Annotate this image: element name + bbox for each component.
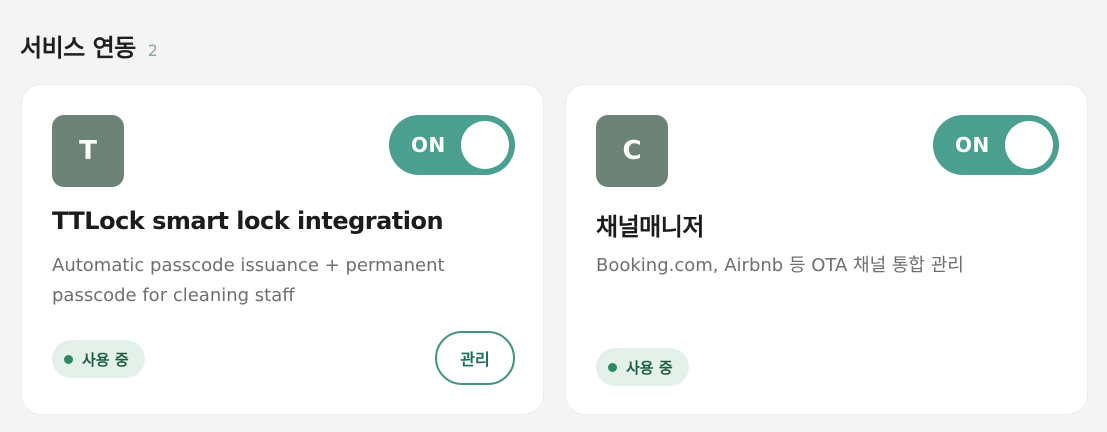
toggle-knob bbox=[1005, 121, 1053, 169]
section-title: 서비스 연동 bbox=[20, 34, 136, 62]
status-dot-icon bbox=[64, 354, 73, 364]
status-badge: 사용 중 bbox=[596, 348, 689, 386]
service-avatar: T bbox=[52, 115, 124, 187]
enable-toggle[interactable]: ON bbox=[933, 115, 1059, 175]
card-title: 채널매니저 bbox=[596, 213, 704, 241]
status-label: 사용 중 bbox=[82, 350, 129, 369]
toggle-knob bbox=[461, 121, 509, 169]
enable-toggle[interactable]: ON bbox=[389, 115, 515, 175]
status-dot-icon bbox=[608, 362, 617, 372]
status-badge: 사용 중 bbox=[52, 340, 145, 378]
card-description: Automatic passcode issuance + permanent … bbox=[52, 255, 445, 306]
manage-button[interactable]: 관리 bbox=[435, 331, 515, 385]
card-description: Booking.com, Airbnb 등 OTA 채널 통합 관리 bbox=[596, 255, 964, 276]
integration-card-channel-manager: C ON 채널매니저 Booking.com, Airbnb 등 OTA 채널 … bbox=[565, 84, 1088, 415]
card-title: TTLock smart lock integration bbox=[52, 207, 444, 235]
section-header: 서비스 연동 2 bbox=[20, 28, 158, 63]
toggle-label: ON bbox=[411, 133, 446, 157]
toggle-label: ON bbox=[955, 133, 990, 157]
service-avatar: C bbox=[596, 115, 668, 187]
integration-card-ttlock: T ON TTLock smart lock integration Autom… bbox=[21, 84, 544, 415]
status-label: 사용 중 bbox=[626, 358, 673, 377]
integration-count: 2 bbox=[147, 41, 158, 60]
